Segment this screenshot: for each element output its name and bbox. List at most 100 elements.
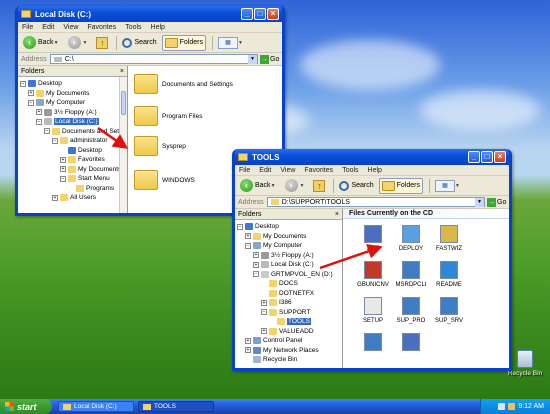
tree-item[interactable]: − GRTMPVOL_EN (D:) <box>235 270 342 280</box>
tree-item[interactable]: − Desktop <box>235 222 342 232</box>
maximize-button[interactable]: □ <box>481 151 493 163</box>
collapse-icon[interactable]: − <box>253 271 259 278</box>
expand-icon[interactable]: + <box>245 337 251 344</box>
tree-item[interactable]: DOTNETFX <box>235 289 342 299</box>
views-button[interactable]: ▦ ▼ <box>433 178 464 194</box>
address-input[interactable]: D:\SUPPORT\TOOLS ▼ <box>266 197 485 207</box>
expand-icon[interactable]: + <box>245 347 251 354</box>
tree-item[interactable]: + My Documents <box>18 165 127 175</box>
views-button[interactable]: ▦ ▼ <box>216 35 247 51</box>
close-button[interactable]: × <box>267 8 279 20</box>
start-button[interactable]: start <box>0 399 52 414</box>
file-item[interactable]: ACT <box>353 225 393 252</box>
file-item[interactable] <box>391 333 431 354</box>
menu-edit[interactable]: Edit <box>259 167 271 174</box>
tree-item[interactable]: − Start Menu <box>18 174 127 184</box>
menu-file[interactable]: File <box>239 167 250 174</box>
search-button[interactable]: Search <box>120 35 158 51</box>
file-item[interactable]: SUP_SRV <box>429 297 469 324</box>
tree-item[interactable]: DOCS <box>235 279 342 289</box>
menu-tools[interactable]: Tools <box>342 167 358 174</box>
tree-item[interactable]: +3½ Floppy (A:) <box>18 108 127 118</box>
tree-item[interactable]: − Local Disk (C:) <box>18 117 127 127</box>
collapse-icon[interactable]: − <box>44 128 50 135</box>
tree-item[interactable]: − Documents and Settings <box>18 127 127 137</box>
taskbar-item-local-disk[interactable]: Local Disk (C:) <box>58 401 134 412</box>
title-bar[interactable]: TOOLS _ □ × <box>235 149 509 165</box>
maximize-button[interactable]: □ <box>254 8 266 20</box>
close-pane-icon[interactable]: × <box>335 211 339 218</box>
file-item[interactable]: SETUP <box>353 297 393 324</box>
tree-item[interactable]: − My Computer <box>235 241 342 251</box>
clock[interactable]: 9:12 AM <box>518 403 544 410</box>
tree-item[interactable]: + All Users <box>18 193 127 203</box>
expand-icon[interactable]: + <box>52 194 58 201</box>
tree-item[interactable]: Desktop <box>18 146 127 156</box>
collapse-icon[interactable]: − <box>237 223 243 230</box>
go-button[interactable]: → Go <box>487 197 509 207</box>
forward-button[interactable]: › ▼ <box>283 178 309 194</box>
menu-favorites[interactable]: Favorites <box>304 167 333 174</box>
expand-icon[interactable]: + <box>36 109 42 116</box>
expand-icon[interactable]: + <box>261 328 267 335</box>
folders-button[interactable]: Folders <box>378 177 423 194</box>
tree-item[interactable]: − My Computer <box>18 98 127 108</box>
menu-favorites[interactable]: Favorites <box>87 24 116 31</box>
collapse-icon[interactable]: − <box>245 242 251 249</box>
collapse-icon[interactable]: − <box>36 118 42 125</box>
expand-icon[interactable]: + <box>60 156 66 163</box>
menu-edit[interactable]: Edit <box>42 24 54 31</box>
tree-item[interactable]: + I386 <box>235 298 342 308</box>
network-icon[interactable] <box>498 403 506 410</box>
file-item[interactable]: GBUNICNV <box>353 261 393 288</box>
menu-tools[interactable]: Tools <box>125 24 141 31</box>
go-button[interactable]: → Go <box>260 54 282 64</box>
address-input[interactable]: C:\ ▼ <box>49 54 258 64</box>
collapse-icon[interactable]: − <box>52 137 58 144</box>
chevron-down-icon[interactable]: ▼ <box>248 54 257 64</box>
back-button[interactable]: ‹ Back ▼ <box>238 178 280 194</box>
expand-icon[interactable]: + <box>253 252 259 259</box>
minimize-button[interactable]: _ <box>468 151 480 163</box>
tree-item[interactable]: + My Documents <box>18 89 127 99</box>
menu-view[interactable]: View <box>63 24 78 31</box>
tree-item[interactable]: + Control Panel <box>235 336 342 346</box>
expand-icon[interactable]: + <box>253 261 259 268</box>
menu-help[interactable]: Help <box>368 167 382 174</box>
title-bar[interactable]: Local Disk (C:) _ □ × <box>18 6 282 22</box>
folder-windows[interactable]: WINDOWS <box>134 170 195 190</box>
up-button[interactable]: ↑ <box>311 178 327 194</box>
menu-file[interactable]: File <box>22 24 33 31</box>
tree-item[interactable]: + Local Disk (C:) <box>235 260 342 270</box>
tree-item[interactable]: +3½ Floppy (A:) <box>235 251 342 261</box>
expand-icon[interactable]: + <box>60 166 66 173</box>
expand-icon[interactable]: + <box>261 299 267 306</box>
folder-program-files[interactable]: Program Files <box>134 106 202 126</box>
tree-item[interactable]: TOOLS <box>235 317 342 327</box>
file-item[interactable]: README <box>429 261 469 288</box>
up-button[interactable]: ↑ <box>94 35 110 51</box>
folders-button[interactable]: Folders <box>161 34 206 51</box>
collapse-icon[interactable]: − <box>20 80 26 87</box>
taskbar-item-tools[interactable]: TOOLS <box>138 401 214 412</box>
menu-help[interactable]: Help <box>151 24 165 31</box>
menu-view[interactable]: View <box>280 167 295 174</box>
tree-item[interactable]: + VALUEADD <box>235 327 342 337</box>
tree-item[interactable]: Programs <box>18 184 127 194</box>
file-item[interactable]: SUP_PRO <box>391 297 431 324</box>
file-item[interactable]: FASTWIZ <box>429 225 469 252</box>
volume-icon[interactable] <box>508 403 516 410</box>
file-item[interactable] <box>353 333 393 354</box>
close-pane-icon[interactable]: × <box>120 68 124 75</box>
tree-item[interactable]: + Favorites <box>18 155 127 165</box>
tree-item[interactable]: − Desktop <box>18 79 127 89</box>
tree-item[interactable]: − administrator <box>18 136 127 146</box>
vertical-scrollbar[interactable] <box>119 77 127 213</box>
expand-icon[interactable]: + <box>245 233 251 240</box>
scrollbar-thumb[interactable] <box>121 91 126 115</box>
file-item[interactable]: DEPLOY <box>391 225 431 252</box>
forward-button[interactable]: › ▼ <box>66 35 92 51</box>
collapse-icon[interactable]: − <box>261 309 267 316</box>
tree-item[interactable]: + My Network Places <box>235 346 342 356</box>
expand-icon[interactable]: + <box>28 90 34 97</box>
